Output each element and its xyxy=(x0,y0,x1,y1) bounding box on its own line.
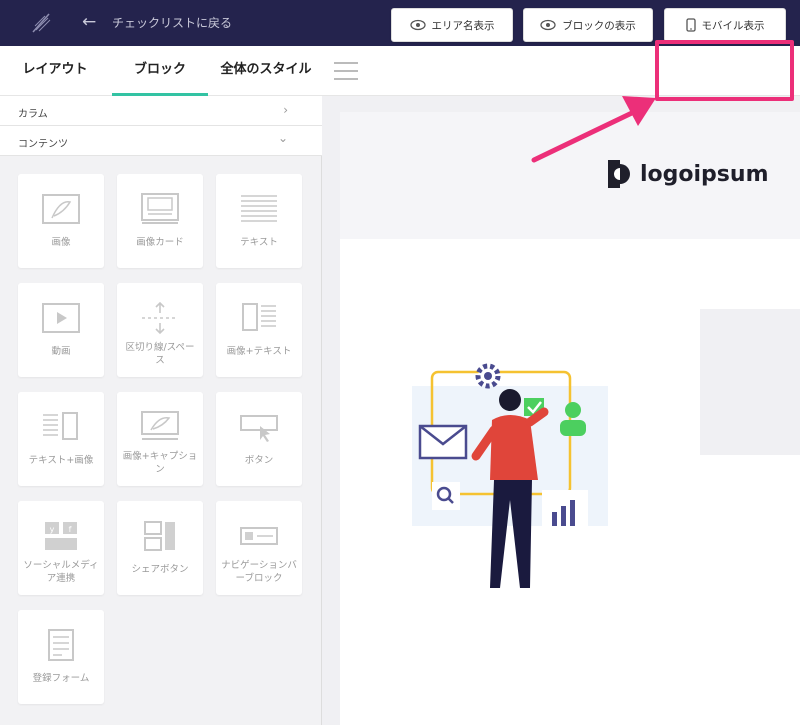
video-icon xyxy=(42,303,80,333)
feather-logo-icon[interactable] xyxy=(28,10,54,36)
column-section-header[interactable]: カラム › xyxy=(0,96,322,126)
block-tile-video[interactable]: 動画 xyxy=(18,283,104,377)
navbar-icon xyxy=(240,527,278,545)
mobile-view-button[interactable]: モバイル表示 xyxy=(664,8,786,42)
tile-label: 画像+テキスト xyxy=(226,346,292,357)
block-display-toggle-button[interactable]: ブロックの表示 xyxy=(523,8,653,42)
tile-label: 区切り線/スペース xyxy=(125,342,195,366)
tile-label: シェアボタン xyxy=(131,564,189,575)
back-arrow-icon[interactable]: ← xyxy=(82,12,96,32)
tab-block[interactable]: ブロック xyxy=(112,46,208,96)
svg-text:y: y xyxy=(50,525,55,534)
block-tile-form[interactable]: 登録フォーム xyxy=(18,610,104,704)
area-name-toggle-label: エリア名表示 xyxy=(431,19,495,32)
tile-label: テキスト+画像 xyxy=(28,455,94,466)
tab-global-style[interactable]: 全体のスタイル xyxy=(212,46,320,96)
tile-label: テキスト xyxy=(240,237,278,248)
contents-section-header[interactable]: コンテンツ ⌄ xyxy=(0,126,322,156)
eye-icon xyxy=(540,19,556,31)
block-tile-text-image[interactable]: テキスト+画像 xyxy=(18,392,104,486)
form-icon xyxy=(48,629,74,661)
block-tile-image[interactable]: 画像 xyxy=(18,174,104,268)
tile-label: 動画 xyxy=(51,346,71,357)
share-icon xyxy=(144,521,175,551)
block-display-toggle-label: ブロックの表示 xyxy=(562,19,636,32)
content-placeholder-block xyxy=(700,309,800,455)
mobile-phone-icon xyxy=(685,18,696,32)
block-tile-button[interactable]: ボタン xyxy=(216,392,302,486)
area-name-toggle-button[interactable]: エリア名表示 xyxy=(391,8,513,42)
back-to-checklist-link[interactable]: チェックリストに戻る xyxy=(112,14,232,31)
button-icon xyxy=(240,415,278,442)
tab-layout[interactable]: レイアウト xyxy=(0,46,110,96)
tile-label: ソーシャルメディア連携 xyxy=(23,560,99,584)
block-tile-divider[interactable]: 区切り線/スペース xyxy=(117,283,203,377)
chevron-down-icon: ⌄ xyxy=(277,131,288,145)
block-tile-image-caption[interactable]: 画像+キャプション xyxy=(117,392,203,486)
tile-label: 画像 xyxy=(51,237,71,248)
social-icon: yf xyxy=(45,522,77,550)
image-card-icon xyxy=(141,193,179,224)
text-image-icon xyxy=(43,412,78,440)
block-tile-navbar[interactable]: ナビゲーションバーブロック xyxy=(216,501,302,595)
sidebar-tabs: レイアウト ブロック 全体のスタイル xyxy=(0,46,322,96)
mobile-view-label: モバイル表示 xyxy=(701,19,765,32)
page-preview-canvas[interactable]: logoipsum xyxy=(340,112,800,725)
tile-label: ナビゲーションバーブロック xyxy=(221,560,297,584)
contents-section-label: コンテンツ xyxy=(18,139,68,150)
divider-icon xyxy=(142,301,178,335)
annotation-arrow xyxy=(531,96,656,163)
block-tile-text[interactable]: テキスト xyxy=(216,174,302,268)
hamburger-menu-icon[interactable] xyxy=(334,62,358,80)
column-section-label: カラム xyxy=(18,109,48,120)
block-tile-share[interactable]: シェアボタン xyxy=(117,501,203,595)
hero-illustration xyxy=(412,363,608,588)
block-tile-social[interactable]: yf ソーシャルメディア連携 xyxy=(18,501,104,595)
block-tile-image-text[interactable]: 画像+テキスト xyxy=(216,283,302,377)
chevron-right-icon: › xyxy=(283,103,288,117)
image-caption-icon xyxy=(141,411,179,440)
block-tile-image-card[interactable]: 画像カード xyxy=(117,174,203,268)
eye-icon xyxy=(409,19,426,31)
svg-text:f: f xyxy=(69,525,72,534)
block-sidebar: カラム › コンテンツ ⌄ 画像 画像カード テキスト 動画 区切り線/スペース… xyxy=(0,96,322,725)
text-icon xyxy=(241,195,277,222)
tile-label: 画像+キャプション xyxy=(122,451,198,475)
tile-label: 登録フォーム xyxy=(32,673,90,684)
tile-label: 画像カード xyxy=(136,237,184,248)
highlight-box xyxy=(655,40,794,101)
tile-label: ボタン xyxy=(244,455,274,466)
image-text-icon xyxy=(242,303,276,331)
image-icon xyxy=(42,194,80,224)
